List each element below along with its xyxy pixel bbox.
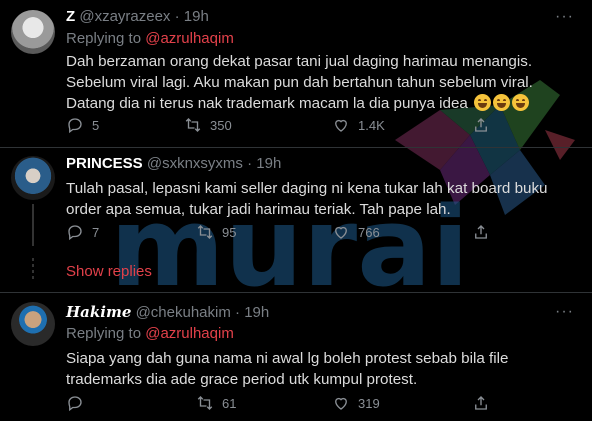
- tweet-text-line: order apa semua, tukar jadi harimau teri…: [66, 201, 451, 218]
- replying-to: Replying to @azrulhaqim: [66, 325, 234, 342]
- tweet-text: Dah berzaman orang dekat pasar tani jual…: [66, 51, 586, 114]
- timestamp[interactable]: 19h: [256, 155, 281, 172]
- retweet-icon: [185, 118, 201, 132]
- thread-dots: [32, 258, 34, 280]
- reply-button[interactable]: 5: [66, 116, 99, 134]
- timestamp[interactable]: 19h: [244, 304, 269, 321]
- share-button[interactable]: [472, 223, 490, 241]
- retweet-count: 61: [222, 395, 237, 411]
- reply-button[interactable]: [66, 394, 84, 412]
- tweet-3[interactable]: 𝑯𝒂𝒌𝒊𝒎𝒆 @chekuhakim · 19h ··· Replying to…: [0, 293, 592, 421]
- show-replies-link[interactable]: Show replies: [66, 263, 152, 280]
- tweet-text: Tulah pasal, lepasni kami seller daging …: [66, 178, 586, 220]
- tweet-text-line: Sebelum viral lagi. Aku makan pun dah be…: [66, 74, 533, 91]
- tweet-text-line: Datang dia ni terus nak trademark macam …: [66, 93, 586, 114]
- tweet-text-line: trademarks dia ade grace period utk kump…: [66, 371, 418, 388]
- reply-icon: [68, 225, 82, 241]
- avatar[interactable]: [11, 10, 55, 54]
- tweet-actions: 5 350 1.4K: [66, 116, 506, 136]
- separator-dot: ·: [247, 155, 253, 172]
- display-name[interactable]: Z: [66, 8, 75, 25]
- heart-icon: [335, 226, 347, 239]
- share-icon: [475, 225, 487, 239]
- retweet-count: 95: [222, 224, 237, 240]
- avatar[interactable]: [11, 302, 55, 346]
- replying-to-mention[interactable]: @azrulhaqim: [145, 325, 234, 342]
- replying-to-mention[interactable]: @azrulhaqim: [145, 30, 234, 47]
- user-handle[interactable]: @chekuhakim: [136, 304, 231, 321]
- retweet-icon: [197, 225, 213, 239]
- tweet-header: 𝑯𝒂𝒌𝒊𝒎𝒆 @chekuhakim · 19h: [66, 303, 269, 321]
- display-name[interactable]: PRINCESS: [66, 155, 143, 172]
- like-count: 766: [358, 224, 380, 240]
- replying-to: Replying to @azrulhaqim: [66, 30, 234, 47]
- retweet-count: 350: [210, 117, 232, 133]
- display-name[interactable]: 𝑯𝒂𝒌𝒊𝒎𝒆: [66, 303, 131, 321]
- reply-count: 7: [92, 224, 100, 240]
- replying-to-label: Replying to: [66, 325, 142, 342]
- heart-icon: [335, 119, 347, 132]
- more-options-icon[interactable]: ···: [555, 8, 574, 26]
- retweet-button[interactable]: 350: [184, 116, 232, 134]
- share-button[interactable]: [472, 394, 490, 412]
- like-count: 1.4K: [358, 117, 385, 133]
- share-button[interactable]: [472, 116, 490, 134]
- like-count: 319: [358, 395, 380, 411]
- like-button[interactable]: 766: [332, 223, 380, 241]
- user-handle[interactable]: @sxknxsyxms: [147, 155, 243, 172]
- retweet-button[interactable]: 61: [196, 394, 236, 412]
- heart-icon: [335, 397, 347, 410]
- reply-icon: [68, 118, 82, 134]
- tweet-actions: 7 95 766: [66, 223, 506, 243]
- user-handle[interactable]: @xzayrazeex: [79, 8, 170, 25]
- like-button[interactable]: 1.4K: [332, 116, 385, 134]
- avatar[interactable]: [11, 156, 55, 200]
- tweet-text-line: Siapa yang dah guna nama ni awal lg bole…: [66, 350, 509, 367]
- tweet-1[interactable]: Z @xzayrazeex · 19h ··· Replying to @azr…: [0, 0, 592, 147]
- share-icon: [475, 396, 487, 410]
- separator-dot: ·: [235, 304, 241, 321]
- thread-connector-line: [32, 204, 34, 246]
- tweet-header: PRINCESS @sxknxsyxms · 19h: [66, 155, 281, 172]
- tweet-header: Z @xzayrazeex · 19h: [66, 8, 209, 25]
- timestamp[interactable]: 19h: [184, 8, 209, 25]
- tweet-text-line: Dah berzaman orang dekat pasar tani jual…: [66, 53, 533, 70]
- retweet-icon: [197, 396, 213, 410]
- retweet-button[interactable]: 95: [196, 223, 236, 241]
- laughing-emoji-icon: [512, 94, 530, 111]
- reply-button[interactable]: 7: [66, 223, 99, 241]
- laughing-emoji-icon: [493, 94, 511, 111]
- more-options-icon[interactable]: ···: [555, 303, 574, 321]
- reply-icon: [68, 396, 82, 412]
- separator-dot: ·: [174, 8, 180, 25]
- laughing-emoji-icon: [474, 94, 492, 111]
- tweet-text: Siapa yang dah guna nama ni awal lg bole…: [66, 348, 586, 390]
- like-button[interactable]: 319: [332, 394, 380, 412]
- reply-count: 5: [92, 117, 100, 133]
- replying-to-label: Replying to: [66, 30, 142, 47]
- tweet-text-line: Tulah pasal, lepasni kami seller daging …: [66, 180, 548, 197]
- tweet-actions: 61 319: [66, 394, 506, 414]
- share-icon: [475, 118, 487, 132]
